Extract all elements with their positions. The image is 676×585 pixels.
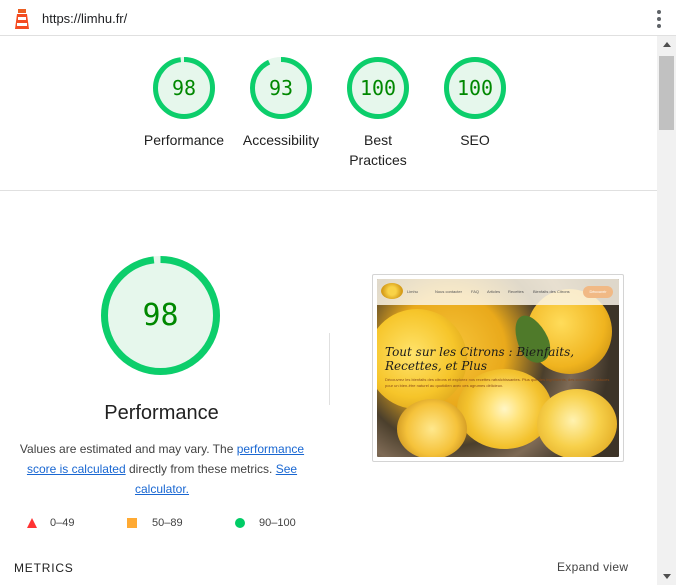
gauge-accessibility[interactable]: 93 Accessibility — [226, 56, 336, 150]
legend-pass: 90–100 — [235, 517, 296, 529]
fail-triangle-icon — [27, 518, 37, 528]
gauge-score: 98 — [171, 76, 197, 100]
legend-average: 50–89 — [127, 517, 183, 529]
gauge-ring: 100 — [346, 56, 410, 120]
legend-range: 0–49 — [50, 517, 75, 529]
expand-view-toggle[interactable]: Expand view — [557, 560, 628, 574]
screenshot-nav-item: Bienfaits des Citrons — [533, 289, 570, 294]
vertical-scrollbar[interactable] — [657, 36, 676, 585]
legend-range: 90–100 — [259, 517, 296, 529]
score-scale-legend: 0–49 50–89 90–100 — [27, 517, 327, 533]
screenshot-heading: Tout sur les Citrons : Bienfaits, Recett… — [385, 345, 575, 373]
desc-text: directly from these metrics. — [125, 462, 276, 476]
final-screenshot[interactable]: Limhu Nous contacter FAQ Articles Recett… — [372, 274, 624, 462]
pass-circle-icon — [235, 518, 245, 528]
lemon-logo-icon — [381, 283, 403, 299]
screenshot-nav-item: FAQ — [471, 289, 480, 294]
report-url[interactable]: https://limhu.fr/ — [42, 11, 127, 26]
gauge-score: 100 — [359, 76, 397, 100]
screenshot-subtext: Découvrez les bienfaits des citrons et e… — [385, 377, 610, 388]
screenshot-image: Limhu Nous contacter FAQ Articles Recett… — [377, 279, 619, 457]
screenshot-nav-item: Nous contacter — [435, 289, 462, 294]
screenshot-navbar: Limhu Nous contacter FAQ Articles Recett… — [377, 279, 619, 305]
performance-section: 98 Performance Values are estimated and … — [0, 192, 657, 585]
gauge-ring: 100 — [443, 56, 507, 120]
scroll-thumb[interactable] — [659, 56, 674, 130]
gauge-label: Accessibility — [242, 132, 320, 148]
average-square-icon — [127, 518, 137, 528]
gauge-performance[interactable]: 98 Performance — [129, 56, 239, 150]
gauge-best-practices[interactable]: 100 Best Practices — [323, 56, 433, 170]
legend-fail: 0–49 — [27, 517, 74, 529]
screenshot-nav-item: Articles — [487, 289, 501, 294]
score-gauges: 98 Performance 93 Accessibility 100 Best… — [0, 36, 657, 191]
lighthouse-icon — [15, 9, 29, 29]
gauge-label: Best Practices — [349, 132, 407, 168]
gauge-ring: 98 — [152, 56, 216, 120]
desc-text: Values are estimated and may vary. The — [19, 442, 237, 456]
gauge-seo[interactable]: 100 SEO — [420, 56, 530, 150]
screenshot-brand: Limhu — [407, 289, 418, 294]
scroll-down-arrow-icon[interactable] — [657, 568, 676, 585]
gauge-label: Performance — [143, 132, 225, 148]
gauge-label: SEO — [460, 132, 490, 148]
gauge-ring: 93 — [249, 56, 313, 120]
performance-description: Values are estimated and may vary. The p… — [14, 439, 310, 499]
performance-score: 98 — [142, 298, 179, 333]
legend-range: 50–89 — [152, 517, 183, 529]
gauge-score: 93 — [268, 76, 294, 100]
more-vert-icon[interactable] — [656, 10, 662, 28]
screenshot-nav-item: Recettes — [508, 289, 524, 294]
divider — [329, 333, 330, 405]
scroll-up-arrow-icon[interactable] — [657, 36, 676, 53]
screenshot-cta: Découvrir — [583, 286, 613, 298]
gauge-score: 100 — [456, 76, 494, 100]
metrics-heading: METRICS — [14, 561, 74, 575]
performance-title: Performance — [104, 402, 219, 424]
top-bar: https://limhu.fr/ — [0, 0, 676, 36]
